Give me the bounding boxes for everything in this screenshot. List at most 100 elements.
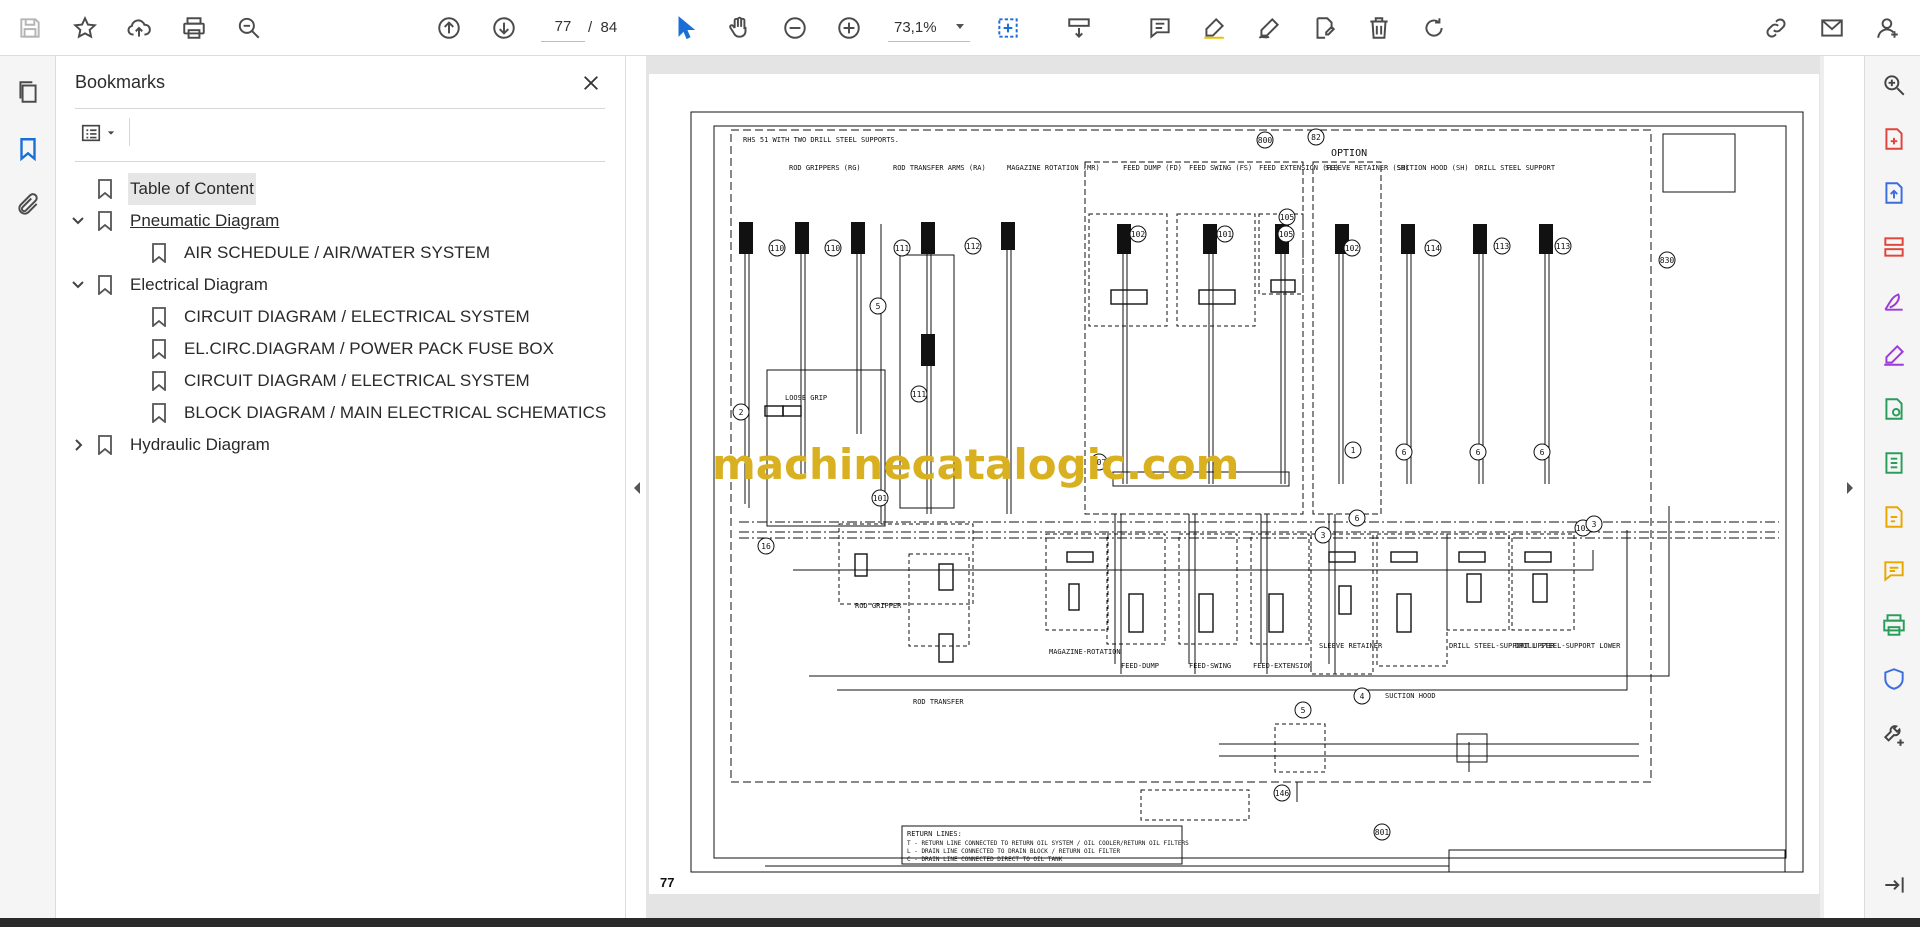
delete-icon[interactable]: [1361, 10, 1397, 46]
document-scrollbar[interactable]: [1820, 56, 1824, 918]
rotate-icon[interactable]: [1416, 10, 1452, 46]
divider: [75, 161, 605, 162]
zoom-select[interactable]: 73,1%: [888, 12, 970, 42]
page-up-icon[interactable]: [431, 10, 467, 46]
organize-pages-icon[interactable]: [1877, 230, 1911, 264]
select-arrow-icon[interactable]: [668, 10, 704, 46]
list-options-icon: [81, 124, 101, 142]
main-toolbar: / 84 73,1%: [0, 0, 1920, 56]
draw-icon[interactable]: [1251, 10, 1287, 46]
bookmark-item[interactable]: Hydraulic Diagram: [68, 428, 272, 462]
star-icon[interactable]: [67, 10, 103, 46]
protect-icon[interactable]: [1877, 662, 1911, 696]
fill-sign-icon[interactable]: [1877, 284, 1911, 318]
bookmark-item[interactable]: EL.CIRC.DIAGRAM / POWER PACK FUSE BOX: [148, 332, 556, 366]
sign-icon[interactable]: [1877, 338, 1911, 372]
account-icon[interactable]: [1870, 10, 1906, 46]
callout-number: 112: [966, 242, 981, 251]
callout-number: 111: [912, 390, 927, 399]
callout-number: 6: [1355, 514, 1360, 523]
bookmark-icon[interactable]: [12, 133, 44, 165]
collapse-panel-icon[interactable]: [631, 480, 643, 496]
expand-tools-icon[interactable]: [1844, 480, 1856, 496]
bookmark-item[interactable]: AIR SCHEDULE / AIR/WATER SYSTEM: [148, 236, 492, 270]
schematic-text: SUCTION HOOD: [1385, 692, 1436, 700]
zoom-in-icon[interactable]: [831, 10, 867, 46]
print-icon[interactable]: [176, 10, 212, 46]
chevron-right-icon[interactable]: [68, 435, 88, 455]
save-icon[interactable]: [12, 10, 48, 46]
bookmark-label: BLOCK DIAGRAM / MAIN ELECTRICAL SCHEMATI…: [184, 403, 607, 422]
cloud-upload-icon[interactable]: [121, 10, 157, 46]
schematic-text: LOOSE GRIP: [785, 394, 827, 402]
schematic-text: C - DRAIN LINE CONNECTED DIRECT TO OIL T…: [907, 856, 1063, 863]
page-number-input[interactable]: [541, 12, 585, 42]
bookmark-icon: [148, 401, 170, 425]
schematic-text: MAGAZINE-ROTATION: [1049, 648, 1121, 656]
pages-icon[interactable]: [12, 76, 44, 108]
bookmark-item[interactable]: CIRCUIT DIAGRAM / ELECTRICAL SYSTEM: [148, 300, 532, 334]
page-down-icon[interactable]: [486, 10, 522, 46]
bookmark-options-button[interactable]: [75, 118, 121, 148]
bookmark-label: EL.CIRC.DIAGRAM / POWER PACK FUSE BOX: [184, 339, 554, 358]
schematic-text: L - DRAIN LINE CONNECTED TO DRAIN BLOCK …: [907, 848, 1121, 855]
schematic-text: MAGAZINE ROTATION (MR): [1007, 164, 1100, 172]
callout-number: 113: [1495, 242, 1510, 251]
zoom-out-icon[interactable]: [777, 10, 813, 46]
send-review-icon[interactable]: [1877, 392, 1911, 426]
bookmark-item[interactable]: Pneumatic Diagram: [68, 204, 281, 238]
chevron-down-icon[interactable]: [68, 211, 88, 231]
bookmark-icon: [148, 369, 170, 393]
bookmark-icon: [148, 337, 170, 361]
share-link-icon[interactable]: [1758, 10, 1794, 46]
stamp-icon[interactable]: [1306, 10, 1342, 46]
bookmark-item[interactable]: BLOCK DIAGRAM / MAIN ELECTRICAL SCHEMATI…: [148, 396, 608, 430]
callout-number: 6: [1476, 448, 1481, 457]
zoom-search-icon[interactable]: [231, 10, 267, 46]
callout-number: 82: [1311, 133, 1321, 142]
callout-number: 101: [1218, 230, 1233, 239]
expand-panel-icon[interactable]: [1877, 868, 1911, 902]
schematic-text: FEED DUMP (FD): [1123, 164, 1182, 172]
bookmark-icon: [94, 433, 116, 457]
left-navigation-rail: [0, 56, 56, 918]
bookmark-icon: [94, 273, 116, 297]
callout-number: 6: [1402, 448, 1407, 457]
callout-number: 146: [1275, 789, 1290, 798]
chevron-down-icon[interactable]: [68, 275, 88, 295]
callout-number: 16: [761, 542, 771, 551]
bookmark-label: AIR SCHEDULE / AIR/WATER SYSTEM: [184, 243, 491, 262]
schematic-text: FEED-SWING: [1189, 662, 1231, 670]
bookmark-icon: [94, 177, 116, 201]
schematic-text: FEED-EXTENSION: [1253, 662, 1312, 670]
export-pdf-icon[interactable]: [1877, 176, 1911, 210]
page-count: 84: [600, 19, 618, 36]
hand-icon[interactable]: [721, 10, 757, 46]
highlight-icon[interactable]: [1196, 10, 1232, 46]
callout-number: 801: [1375, 828, 1390, 837]
create-pdf-icon[interactable]: [1877, 122, 1911, 156]
schematic-text: DRILL STEEL SUPPORT: [1475, 164, 1556, 172]
bookmark-item[interactable]: Table of Content: [68, 172, 256, 206]
callout-number: 6: [1540, 448, 1545, 457]
zoom-tool-icon[interactable]: [1877, 68, 1911, 102]
schematic-text: ROD GRIPPER: [855, 602, 902, 610]
print-production-icon[interactable]: [1877, 608, 1911, 642]
comment-tool-icon[interactable]: [1877, 554, 1911, 588]
bookmark-item[interactable]: Electrical Diagram: [68, 268, 270, 302]
more-tools-icon[interactable]: [1877, 718, 1911, 752]
email-icon[interactable]: [1814, 10, 1850, 46]
compress-icon[interactable]: [1877, 446, 1911, 480]
schematic-text: SLEEVE RETAINER: [1319, 642, 1383, 650]
comment-icon[interactable]: [1142, 10, 1178, 46]
scroll-mode-icon[interactable]: [1061, 10, 1097, 46]
bookmark-item[interactable]: CIRCUIT DIAGRAM / ELECTRICAL SYSTEM: [148, 364, 532, 398]
expander-placeholder: [68, 179, 88, 199]
bookmark-icon: [148, 305, 170, 329]
attachment-icon[interactable]: [12, 189, 44, 221]
callout-number: 114: [1426, 244, 1441, 253]
close-icon[interactable]: [576, 68, 606, 98]
marquee-zoom-icon[interactable]: [990, 10, 1026, 46]
divider: [75, 108, 605, 109]
edit-pdf-icon[interactable]: [1877, 500, 1911, 534]
